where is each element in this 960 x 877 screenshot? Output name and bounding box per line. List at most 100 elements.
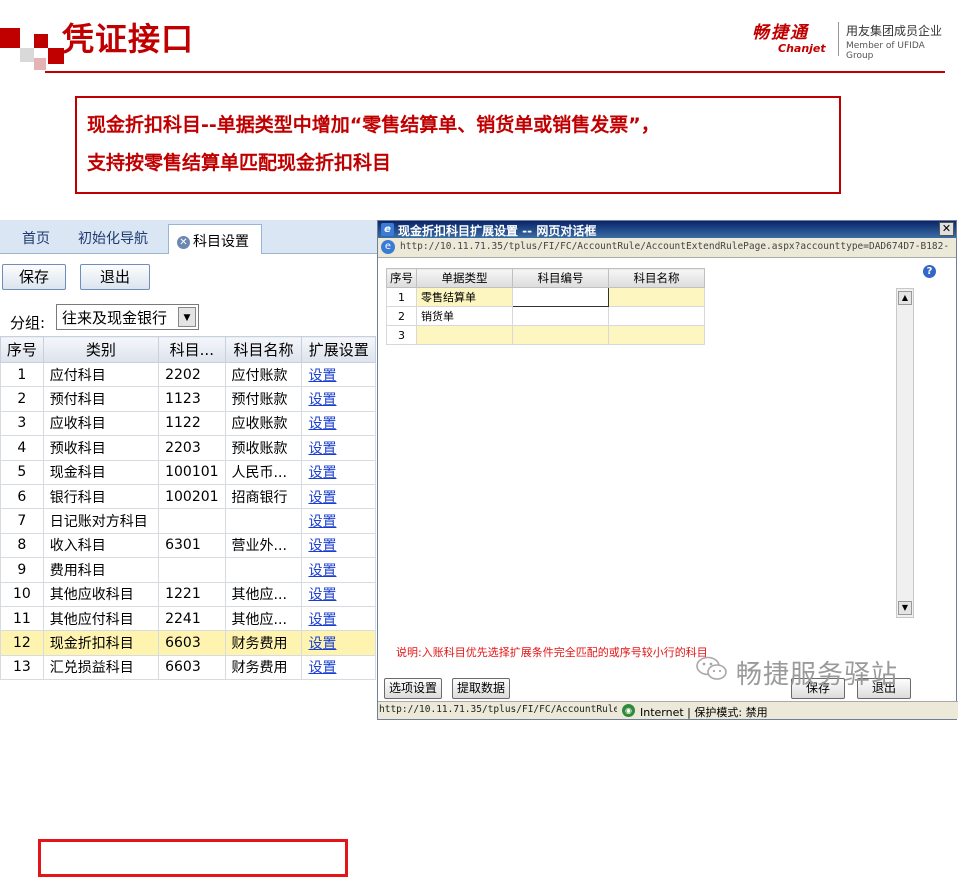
scroll-up-icon[interactable]: ▲	[898, 291, 912, 305]
column-header[interactable]: 单据类型	[416, 268, 513, 288]
account-name-cell	[224, 557, 303, 583]
table-row[interactable]: 4 预收科目 2203 预收账款 设置	[0, 435, 376, 461]
table-row[interactable]: 5 现金科目 100101 人民币... 设置	[0, 459, 376, 485]
deco-square	[0, 28, 20, 48]
account-code-cell: 2241	[158, 605, 226, 632]
category-cell: 预付科目	[42, 386, 160, 412]
settings-link[interactable]: 设置	[301, 361, 376, 388]
settings-link[interactable]: 设置	[301, 654, 376, 681]
column-header[interactable]: 类别	[42, 336, 160, 363]
row-number: 9	[0, 557, 44, 583]
vertical-scrollbar[interactable]: ▲ ▼	[896, 288, 914, 618]
doc-type-cell[interactable]: 零售结算单	[416, 287, 513, 307]
category-cell: 汇兑损益科目	[42, 654, 160, 681]
account-name-cell: 招商银行	[224, 483, 303, 510]
table-row[interactable]: 8 收入科目 6301 营业外... 设置	[0, 532, 376, 559]
dialog-title: 现金折扣科目扩展设置 -- 网页对话框	[398, 224, 597, 238]
account-code-cell[interactable]	[512, 325, 609, 345]
row-number: 6	[0, 483, 44, 510]
tab-account-settings[interactable]: ✕ 科目设置	[168, 224, 262, 254]
account-code-cell: 6603	[158, 654, 226, 681]
callout-line: 支持按零售结算单匹配现金折扣科目	[87, 152, 392, 174]
table-row[interactable]: 12 现金折扣科目 6603 财务费用 设置	[0, 630, 376, 656]
tab-home[interactable]: 首页	[22, 228, 50, 248]
close-icon[interactable]: ✕	[177, 236, 190, 249]
column-header[interactable]: 科目...	[158, 336, 226, 363]
table-row[interactable]: 3 应收科目 1122 应收账款 设置	[0, 410, 376, 437]
column-header[interactable]: 扩展设置	[301, 336, 376, 363]
slide-title: 凭证接口	[62, 20, 195, 58]
settings-link[interactable]: 设置	[301, 410, 376, 437]
settings-link[interactable]: 设置	[301, 435, 376, 461]
fetch-data-button[interactable]: 提取数据	[452, 678, 510, 699]
table-row[interactable]: 13 汇兑损益科目 6603 财务费用 设置	[0, 654, 376, 681]
account-code-cell	[158, 508, 226, 534]
account-code-cell: 100201	[158, 483, 226, 510]
row-number: 5	[0, 459, 44, 485]
save-button[interactable]: 保存	[2, 264, 66, 290]
row-number: 8	[0, 532, 44, 559]
settings-link[interactable]: 设置	[301, 532, 376, 559]
account-name-cell: 人民币...	[224, 459, 303, 485]
account-table: 序号 类别 科目... 科目名称 扩展设置 1 应付科目 2202 应付账款 设置 2 预付…	[0, 336, 376, 681]
settings-link[interactable]: 设置	[301, 386, 376, 412]
account-name-cell[interactable]	[608, 306, 705, 326]
row-number: 12	[0, 630, 44, 656]
table-row[interactable]: 6 银行科目 100201 招商银行 设置	[0, 483, 376, 510]
account-code-cell[interactable]	[512, 287, 609, 307]
settings-link[interactable]: 设置	[301, 605, 376, 632]
table-row[interactable]: 9 费用科目 设置	[0, 557, 376, 583]
column-header[interactable]: 科目名称	[608, 268, 705, 288]
account-name-cell[interactable]	[608, 325, 705, 345]
row-number: 1	[386, 287, 417, 307]
brand-name-en: Chanjet	[778, 42, 826, 55]
tab-init-nav[interactable]: 初始化导航	[78, 228, 148, 248]
account-code-cell: 1123	[158, 386, 226, 412]
account-name-cell: 应收账款	[224, 410, 303, 437]
column-header[interactable]: 序号	[0, 336, 44, 363]
settings-link[interactable]: 设置	[301, 581, 376, 607]
highlight-frame	[38, 839, 348, 877]
category-cell: 日记账对方科目	[42, 508, 160, 534]
settings-link[interactable]: 设置	[301, 557, 376, 583]
doc-type-cell[interactable]: 销货单	[416, 306, 513, 326]
table-row[interactable]: 1 应付科目 2202 应付账款 设置	[0, 361, 376, 388]
account-name-cell: 财务费用	[224, 630, 303, 656]
table-row[interactable]: 11 其他应付科目 2241 其他应... 设置	[0, 605, 376, 632]
column-header[interactable]: 科目名称	[224, 336, 303, 363]
settings-link[interactable]: 设置	[301, 459, 376, 485]
column-header[interactable]: 序号	[386, 268, 417, 288]
table-row[interactable]: 7 日记账对方科目 设置	[0, 508, 376, 534]
account-code-cell[interactable]	[512, 306, 609, 326]
options-button[interactable]: 选项设置	[384, 678, 442, 699]
account-name-cell[interactable]	[608, 287, 705, 307]
table-row[interactable]: 10 其他应收科目 1221 其他应... 设置	[0, 581, 376, 607]
settings-link[interactable]: 设置	[301, 483, 376, 510]
address-bar[interactable]: e http://10.11.71.35/tplus/FI/FC/Account…	[378, 238, 956, 258]
help-icon[interactable]: ?	[923, 265, 936, 278]
settings-link[interactable]: 设置	[301, 630, 376, 656]
table-row[interactable]: 2 预付科目 1123 预付账款 设置	[0, 386, 376, 412]
category-cell: 现金科目	[42, 459, 160, 485]
category-cell: 预收科目	[42, 435, 160, 461]
close-button[interactable]: ✕	[939, 222, 954, 236]
row-number: 7	[0, 508, 44, 534]
account-code-cell: 6301	[158, 532, 226, 559]
header-divider	[45, 71, 945, 73]
settings-link[interactable]: 设置	[301, 508, 376, 534]
chevron-down-icon[interactable]: ▼	[178, 307, 196, 327]
table-row[interactable]: 2 销货单	[386, 306, 705, 326]
callout-box: 现金折扣科目--单据类型中增加“零售结算单、销货单或销售发票”， 支持按零售结算…	[75, 96, 841, 194]
doc-type-cell[interactable]	[416, 325, 513, 345]
exit-button[interactable]: 退出	[80, 264, 150, 290]
deco-square	[34, 58, 46, 70]
table-row[interactable]: 1 零售结算单	[386, 287, 705, 307]
scroll-down-icon[interactable]: ▼	[898, 601, 912, 615]
category-cell: 应付科目	[42, 361, 160, 388]
group-select[interactable]: 往来及现金银行 ▼	[56, 304, 199, 330]
column-header[interactable]: 科目编号	[512, 268, 609, 288]
account-name-cell: 财务费用	[224, 654, 303, 681]
table-row[interactable]: 3	[386, 325, 705, 345]
account-code-cell: 1122	[158, 410, 226, 437]
row-number: 10	[0, 581, 44, 607]
